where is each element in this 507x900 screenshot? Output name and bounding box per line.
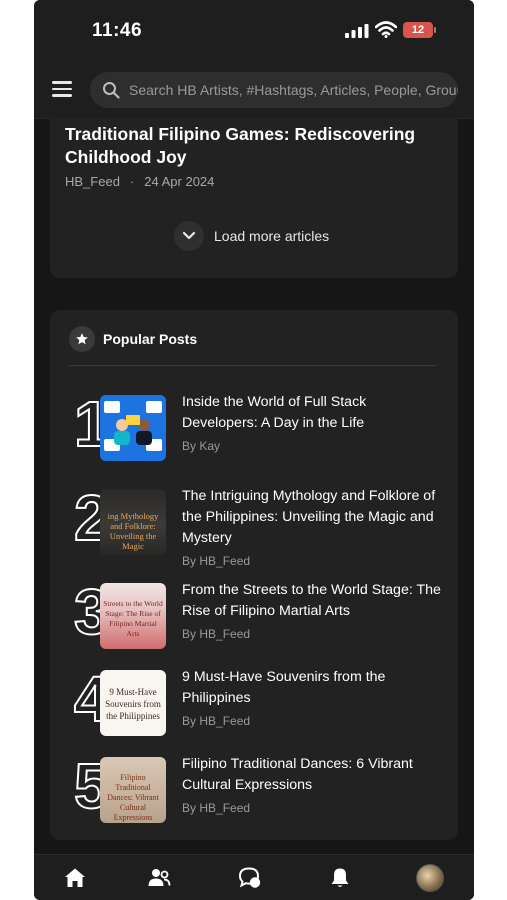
load-more-label: Load more articles xyxy=(214,228,330,244)
by-label: By xyxy=(182,714,197,728)
divider xyxy=(69,365,437,366)
star-icon xyxy=(69,326,95,352)
post-text: Inside the World of Full Stack Developer… xyxy=(182,392,444,457)
phone-screen: 11:46 12 Search HB Artists, #Hashtags, A… xyxy=(34,0,474,900)
post-title[interactable]: Inside the World of Full Stack Developer… xyxy=(182,392,444,434)
thumbnail-text: 9 Must-Have Souvenirs from the Philippin… xyxy=(105,687,161,721)
post-title[interactable]: From the Streets to the World Stage: The… xyxy=(182,580,444,622)
bell-icon[interactable] xyxy=(328,866,352,890)
post-thumbnail[interactable] xyxy=(100,395,166,461)
articles-card: Traditional Filipino Games: Rediscoverin… xyxy=(50,118,458,278)
post-byline: By Kay xyxy=(182,436,444,457)
wifi-icon xyxy=(375,21,397,38)
load-more-button[interactable]: Load more articles xyxy=(174,221,329,251)
thumbnail-text: Filipino Traditional Dances: Vibrant Cul… xyxy=(107,773,159,822)
people-icon[interactable] xyxy=(147,866,171,890)
home-icon[interactable] xyxy=(63,866,87,890)
popular-posts-card: Popular Posts 1 Inside the World of Full… xyxy=(50,310,458,840)
post-author[interactable]: HB_Feed xyxy=(199,627,250,641)
popular-post[interactable]: 2 ing Mythology and Folklore: Unveiling … xyxy=(73,481,454,568)
top-bar: Search HB Artists, #Hashtags, Articles, … xyxy=(34,62,474,119)
post-text: 9 Must-Have Souvenirs from the Philippin… xyxy=(182,667,444,732)
thumbnail-text: Streets to the World Stage: The Rise of … xyxy=(103,599,163,638)
post-author[interactable]: HB_Feed xyxy=(199,801,250,815)
meta-separator: · xyxy=(129,174,135,189)
by-label: By xyxy=(182,439,197,453)
post-thumbnail[interactable]: 9 Must-Have Souvenirs from the Philippin… xyxy=(100,670,166,736)
by-label: By xyxy=(182,627,197,641)
chat-icon[interactable] xyxy=(238,866,262,890)
popular-post[interactable]: 3 Streets to the World Stage: The Rise o… xyxy=(73,575,454,652)
signal-icon xyxy=(345,24,369,38)
search-icon xyxy=(103,82,120,99)
post-author[interactable]: HB_Feed xyxy=(199,554,250,568)
post-text: The Intriguing Mythology and Folklore of… xyxy=(182,486,444,572)
article-author[interactable]: HB_Feed xyxy=(65,174,120,189)
battery-indicator: 12 xyxy=(403,22,436,38)
article-date: 24 Apr 2024 xyxy=(144,174,215,189)
post-text: Filipino Traditional Dances: 6 Vibrant C… xyxy=(182,754,444,819)
popular-posts-title: Popular Posts xyxy=(103,331,198,347)
post-thumbnail[interactable]: Streets to the World Stage: The Rise of … xyxy=(100,583,166,649)
thumbnail-text: ing Mythology and Folklore: Unveiling th… xyxy=(107,511,159,551)
search-placeholder: Search HB Artists, #Hashtags, Articles, … xyxy=(129,82,458,98)
popular-post[interactable]: 1 Inside the World of Full Stack Develop… xyxy=(73,387,454,464)
post-byline: By HB_Feed xyxy=(182,711,444,732)
status-time: 11:46 xyxy=(92,20,143,41)
popular-posts-header: Popular Posts xyxy=(69,326,197,352)
post-text: From the Streets to the World Stage: The… xyxy=(182,580,444,645)
by-label: By xyxy=(182,801,197,815)
avatar[interactable] xyxy=(416,864,444,892)
post-title[interactable]: 9 Must-Have Souvenirs from the Philippin… xyxy=(182,667,444,709)
chevron-down-icon xyxy=(174,221,204,251)
article-title[interactable]: Traditional Filipino Games: Rediscoverin… xyxy=(65,123,445,169)
bottom-nav xyxy=(34,854,474,900)
hamburger-icon[interactable] xyxy=(52,81,72,97)
popular-post[interactable]: 5 Filipino Traditional Dances: Vibrant C… xyxy=(73,749,454,826)
search-input[interactable]: Search HB Artists, #Hashtags, Articles, … xyxy=(90,72,458,108)
post-byline: By HB_Feed xyxy=(182,551,444,572)
post-title[interactable]: Filipino Traditional Dances: 6 Vibrant C… xyxy=(182,754,444,796)
post-thumbnail[interactable]: Filipino Traditional Dances: Vibrant Cul… xyxy=(100,757,166,823)
status-bar: 11:46 12 xyxy=(34,0,474,62)
post-author[interactable]: HB_Feed xyxy=(199,714,250,728)
post-thumbnail[interactable]: ing Mythology and Folklore: Unveiling th… xyxy=(100,489,166,555)
post-author[interactable]: Kay xyxy=(199,439,220,453)
post-byline: By HB_Feed xyxy=(182,798,444,819)
article-meta: HB_Feed · 24 Apr 2024 xyxy=(65,174,214,189)
post-title[interactable]: The Intriguing Mythology and Folklore of… xyxy=(182,486,444,549)
by-label: By xyxy=(182,554,197,568)
popular-post[interactable]: 4 9 Must-Have Souvenirs from the Philipp… xyxy=(73,662,454,739)
post-byline: By HB_Feed xyxy=(182,624,444,645)
